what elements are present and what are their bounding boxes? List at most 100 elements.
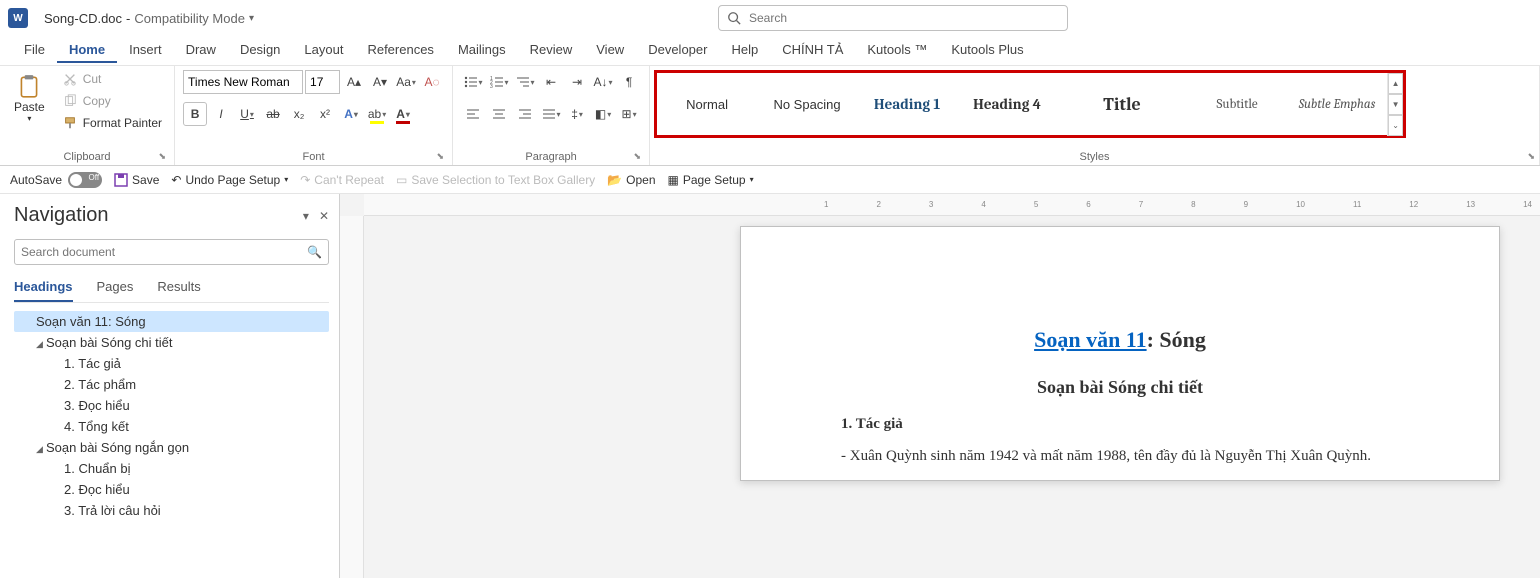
nav-heading-item[interactable]: Soạn văn 11: Sóng xyxy=(14,311,329,332)
nav-heading-item[interactable]: 3. Đọc hiểu xyxy=(14,395,329,416)
tab-layout[interactable]: Layout xyxy=(292,38,355,63)
nav-heading-item[interactable]: 3. Trả lời câu hỏi xyxy=(14,500,329,521)
tab-kutools-plus[interactable]: Kutools Plus xyxy=(939,38,1035,63)
tab-references[interactable]: References xyxy=(355,38,445,63)
styles-expand-button[interactable]: ⌄ xyxy=(1388,115,1403,136)
navigation-pane: Navigation ▾ ✕ 🔍 Headings Pages Results … xyxy=(0,194,340,578)
styles-launcher-icon[interactable]: ⬊ xyxy=(1527,151,1535,162)
align-right-icon xyxy=(518,107,532,121)
nav-heading-item[interactable]: 2. Đọc hiểu xyxy=(14,479,329,500)
change-case-button[interactable]: Aa xyxy=(394,70,418,94)
horizontal-ruler[interactable]: 123456789101112131415 xyxy=(364,194,1540,216)
borders-button[interactable]: ⊞ xyxy=(617,102,641,126)
save-selection-button[interactable]: ▭ Save Selection to Text Box Gallery xyxy=(396,173,595,187)
style-heading-4[interactable]: Heading 4 xyxy=(957,73,1057,135)
styles-scroll-down-button[interactable]: ▼ xyxy=(1388,94,1403,115)
nav-tab-results[interactable]: Results xyxy=(157,279,200,302)
search-input[interactable] xyxy=(749,11,1059,25)
sort-button[interactable]: A↓ xyxy=(591,70,615,94)
cut-button[interactable]: Cut xyxy=(59,70,166,88)
paragraph-launcher-icon[interactable]: ⬊ xyxy=(634,151,642,162)
decrease-indent-button[interactable]: ⇤ xyxy=(539,70,563,94)
style-normal[interactable]: Normal xyxy=(657,73,757,135)
undo-button[interactable]: ↶ Undo Page Setup ▾ xyxy=(171,173,288,187)
tab-kutools[interactable]: Kutools ™ xyxy=(855,38,939,63)
paste-button[interactable]: Paste ▾ xyxy=(8,70,51,127)
page-setup-button[interactable]: ▦ Page Setup ▾ xyxy=(668,173,754,187)
search-box[interactable] xyxy=(718,5,1068,31)
document-title[interactable]: Song-CD.doc - Compatibility Mode ▾ xyxy=(44,11,254,26)
nav-heading-item[interactable]: 1. Tác giả xyxy=(14,353,329,374)
show-marks-button[interactable]: ¶ xyxy=(617,70,641,94)
strikethrough-button[interactable]: ab xyxy=(261,102,285,126)
numbering-button[interactable]: 123 xyxy=(487,70,511,94)
align-right-button[interactable] xyxy=(513,102,537,126)
align-center-button[interactable] xyxy=(487,102,511,126)
styles-scroll-up-button[interactable]: ▲ xyxy=(1388,73,1403,94)
chevron-down-icon[interactable]: ▾ xyxy=(303,209,309,223)
nav-heading-item[interactable]: 2. Tác phẩm xyxy=(14,374,329,395)
tab-developer[interactable]: Developer xyxy=(636,38,719,63)
tab-design[interactable]: Design xyxy=(228,38,292,63)
shrink-font-button[interactable]: A▾ xyxy=(368,70,392,94)
nav-heading-item[interactable]: ◢Soạn bài Sóng chi tiết xyxy=(14,332,329,353)
format-painter-button[interactable]: Format Painter xyxy=(59,114,166,132)
tab-help[interactable]: Help xyxy=(719,38,770,63)
shading-button[interactable]: ◧ xyxy=(591,102,615,126)
font-color-button[interactable]: A xyxy=(391,102,415,126)
bullets-button[interactable] xyxy=(461,70,485,94)
nav-tab-headings[interactable]: Headings xyxy=(14,279,73,302)
increase-indent-button[interactable]: ⇥ xyxy=(565,70,589,94)
style-subtitle[interactable]: Subtitle xyxy=(1187,73,1287,135)
nav-heading-item[interactable]: 1. Chuẩn bị xyxy=(14,458,329,479)
style-subtle-emphasis[interactable]: Subtle Emphas xyxy=(1287,73,1387,135)
font-name-combo[interactable] xyxy=(183,70,303,94)
tab-draw[interactable]: Draw xyxy=(174,38,228,63)
subscript-button[interactable]: x₂ xyxy=(287,102,311,126)
justify-button[interactable] xyxy=(539,102,563,126)
tab-insert[interactable]: Insert xyxy=(117,38,174,63)
text-effects-button[interactable]: A xyxy=(339,102,363,126)
chevron-down-icon[interactable]: ▾ xyxy=(249,13,254,24)
nav-search-input[interactable] xyxy=(21,245,307,259)
redo-button[interactable]: ↷ Can't Repeat xyxy=(300,173,384,187)
tab-mailings[interactable]: Mailings xyxy=(446,38,518,63)
tab-view[interactable]: View xyxy=(584,38,636,63)
nav-search-box[interactable]: 🔍 xyxy=(14,239,329,265)
nav-heading-item[interactable]: 4. Tổng kết xyxy=(14,416,329,437)
highlight-button[interactable]: ab xyxy=(365,102,389,126)
clipboard-launcher-icon[interactable]: ⬊ xyxy=(159,151,167,162)
close-icon[interactable]: ✕ xyxy=(319,209,329,223)
superscript-button[interactable]: x² xyxy=(313,102,337,126)
doc-h1-link[interactable]: Soạn văn 11 xyxy=(1034,327,1147,352)
style-title[interactable]: Title xyxy=(1057,73,1187,135)
tab-file[interactable]: File xyxy=(12,38,57,63)
tab-review[interactable]: Review xyxy=(518,38,585,63)
document-canvas[interactable]: 123456789101112131415 Soạn văn 11: Sóng … xyxy=(340,194,1540,578)
nav-tree: Soạn văn 11: Sóng◢Soạn bài Sóng chi tiết… xyxy=(14,311,329,521)
autosave-toggle[interactable]: Off xyxy=(68,172,102,188)
tab-home[interactable]: Home xyxy=(57,38,117,63)
multilevel-list-button[interactable] xyxy=(513,70,537,94)
clear-formatting-button[interactable]: A◌ xyxy=(420,70,444,94)
tab-chinhta[interactable]: CHÍNH TẢ xyxy=(770,38,855,63)
save-button[interactable]: Save xyxy=(114,173,159,187)
italic-button[interactable]: I xyxy=(209,102,233,126)
bold-button[interactable]: B xyxy=(183,102,207,126)
nav-heading-item[interactable]: ◢Soạn bài Sóng ngắn gọn xyxy=(14,437,329,458)
line-spacing-button[interactable]: ‡ xyxy=(565,102,589,126)
style-no-spacing[interactable]: No Spacing xyxy=(757,73,857,135)
copy-button[interactable]: Copy xyxy=(59,92,166,110)
align-left-button[interactable] xyxy=(461,102,485,126)
vertical-ruler[interactable] xyxy=(340,216,364,578)
nav-tab-pages[interactable]: Pages xyxy=(97,279,134,302)
underline-button[interactable]: U xyxy=(235,102,259,126)
chevron-down-icon[interactable]: ◢ xyxy=(36,444,46,455)
chevron-down-icon[interactable]: ◢ xyxy=(36,339,46,350)
open-button[interactable]: 📂 Open xyxy=(607,173,655,187)
grow-font-button[interactable]: A▴ xyxy=(342,70,366,94)
font-size-combo[interactable] xyxy=(305,70,340,94)
search-icon[interactable]: 🔍 xyxy=(307,245,322,259)
font-launcher-icon[interactable]: ⬊ xyxy=(437,151,445,162)
style-heading-1[interactable]: Heading 1 xyxy=(857,73,957,135)
